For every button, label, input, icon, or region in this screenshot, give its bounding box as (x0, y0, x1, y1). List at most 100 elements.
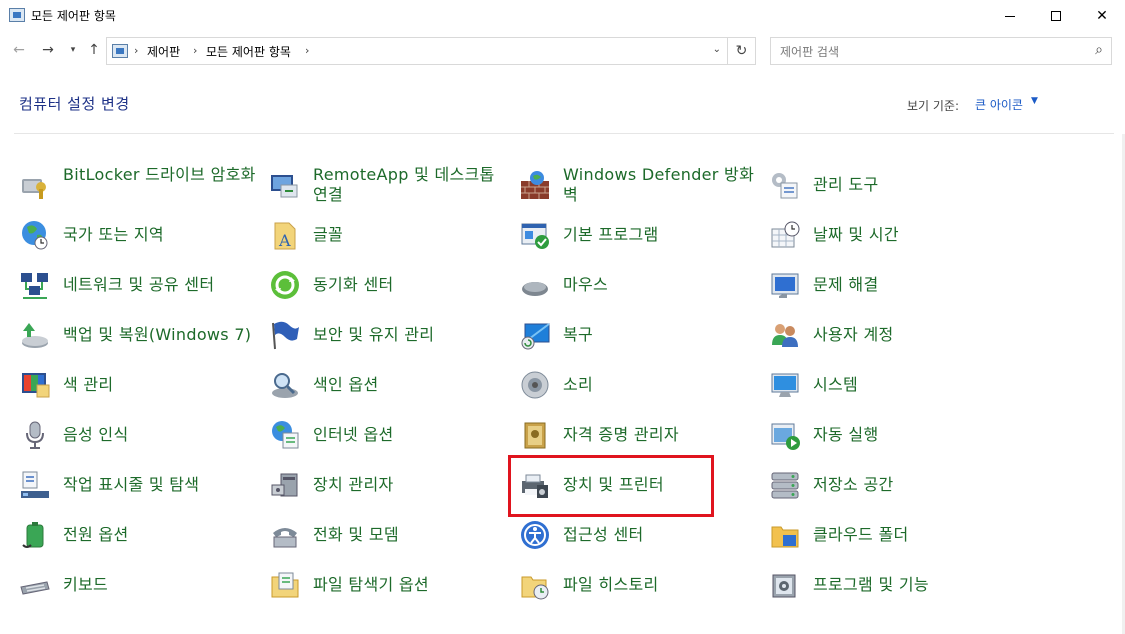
microphone-icon (26, 421, 44, 449)
item-label[interactable]: 마우스 (563, 275, 608, 295)
highlight-box (508, 455, 714, 517)
item-label[interactable]: 전원 옵션 (63, 525, 128, 545)
chevron-down-icon[interactable]: ▼ (1031, 96, 1038, 106)
item-admin-tools[interactable]: 관리 도구 (769, 163, 1009, 207)
minimize-button[interactable] (987, 0, 1033, 32)
item-sync[interactable]: 동기화 센터 (269, 263, 509, 307)
item-autoplay[interactable]: 자동 실행 (769, 413, 1009, 457)
item-label[interactable]: 사용자 계정 (813, 325, 894, 345)
svg-text:A: A (278, 231, 291, 250)
item-mouse[interactable]: 마우스 (519, 263, 759, 307)
item-remoteapp[interactable]: RemoteApp 및 데스크톱 연결 (269, 163, 509, 207)
item-phone-modem[interactable]: 전화 및 모뎀 (269, 513, 509, 557)
item-label[interactable]: 동기화 센터 (313, 275, 394, 295)
item-label[interactable]: 국가 또는 지역 (63, 225, 164, 245)
close-button[interactable]: ✕ (1079, 0, 1125, 32)
item-label[interactable]: 전화 및 모뎀 (313, 525, 399, 545)
item-color-management[interactable]: 색 관리 (19, 363, 259, 407)
item-bitlocker[interactable]: BitLocker 드라이브 암호화 (19, 163, 259, 207)
item-programs-features[interactable]: 프로그램 및 기능 (769, 563, 1009, 607)
breadcrumb-separator-icon[interactable]: › (193, 44, 197, 57)
refresh-icon: ↻ (735, 43, 748, 59)
device-manager-icon (271, 473, 298, 497)
item-credential[interactable]: 자격 증명 관리자 (519, 413, 759, 457)
item-label[interactable]: 키보드 (63, 575, 108, 595)
item-recovery[interactable]: 복구 (519, 313, 759, 357)
address-dropdown-icon[interactable]: ⌄ (713, 44, 721, 55)
firewall-icon (521, 171, 549, 199)
item-label[interactable]: 클라우드 폴더 (813, 525, 909, 545)
item-label[interactable]: 인터넷 옵션 (313, 425, 394, 445)
recent-locations-button[interactable]: ▾ (62, 39, 84, 61)
forward-button[interactable]: → (37, 39, 59, 61)
item-firewall[interactable]: Windows Defender 방화벽 (519, 163, 759, 207)
item-default-programs[interactable]: 기본 프로그램 (519, 213, 759, 257)
item-label[interactable]: 파일 히스토리 (563, 575, 659, 595)
item-label[interactable]: 시스템 (813, 375, 858, 395)
item-label[interactable]: Windows Defender 방화벽 (563, 165, 759, 205)
item-label[interactable]: 보안 및 유지 관리 (313, 325, 434, 345)
item-system[interactable]: 시스템 (769, 363, 1009, 407)
item-label[interactable]: 문제 해결 (813, 275, 878, 295)
item-label[interactable]: 저장소 공간 (813, 475, 894, 495)
arrow-up-icon: ↑ (88, 42, 100, 58)
item-label[interactable]: 자격 증명 관리자 (563, 425, 679, 445)
item-label[interactable]: BitLocker 드라이브 암호화 (63, 165, 256, 185)
item-file-history[interactable]: 파일 히스토리 (519, 563, 759, 607)
item-keyboard[interactable]: 키보드 (19, 563, 259, 607)
item-label[interactable]: 파일 탐색기 옵션 (313, 575, 429, 595)
item-label[interactable]: 프로그램 및 기능 (813, 575, 929, 595)
file-history-icon (521, 576, 549, 600)
back-button[interactable]: ← (8, 39, 30, 61)
item-label[interactable]: 백업 및 복원(Windows 7) (63, 325, 251, 345)
item-region[interactable]: 국가 또는 지역 (19, 213, 259, 257)
view-by-dropdown[interactable]: 큰 아이콘 (975, 96, 1023, 113)
item-backup[interactable]: 백업 및 복원(Windows 7) (19, 313, 259, 357)
refresh-button[interactable]: ↻ (728, 37, 756, 65)
item-label[interactable]: 복구 (563, 325, 593, 345)
item-label[interactable]: 기본 프로그램 (563, 225, 659, 245)
item-label[interactable]: 접근성 센터 (563, 525, 644, 545)
troubleshoot-icon (771, 273, 799, 298)
item-label[interactable]: 관리 도구 (813, 175, 878, 195)
maximize-button[interactable] (1033, 0, 1079, 32)
item-taskbar[interactable]: 작업 표시줄 및 탐색 (19, 463, 259, 507)
item-internet-options[interactable]: 인터넷 옵션 (269, 413, 509, 457)
item-label[interactable]: 장치 관리자 (313, 475, 394, 495)
item-storage-spaces[interactable]: 저장소 공간 (769, 463, 1009, 507)
item-accessibility[interactable]: 접근성 센터 (519, 513, 759, 557)
item-device-manager[interactable]: 장치 관리자 (269, 463, 509, 507)
item-troubleshoot[interactable]: 문제 해결 (769, 263, 1009, 307)
item-power[interactable]: 전원 옵션 (19, 513, 259, 557)
item-user-accounts[interactable]: 사용자 계정 (769, 313, 1009, 357)
item-network[interactable]: 네트워크 및 공유 센터 (19, 263, 259, 307)
item-folder-options[interactable]: 파일 탐색기 옵션 (269, 563, 509, 607)
item-label[interactable]: 색인 옵션 (313, 375, 378, 395)
item-indexing[interactable]: 색인 옵션 (269, 363, 509, 407)
breadcrumb-all-items[interactable]: 모든 제어판 항목 (206, 43, 291, 60)
up-button[interactable]: ↑ (83, 39, 105, 61)
item-security[interactable]: 보안 및 유지 관리 (269, 313, 509, 357)
address-bar[interactable]: › 제어판 › 모든 제어판 항목 › ⌄ (106, 37, 728, 65)
item-label[interactable]: 자동 실행 (813, 425, 878, 445)
search-input[interactable]: 제어판 검색 ⌕ (770, 37, 1112, 65)
item-label[interactable]: RemoteApp 및 데스크톱 연결 (313, 165, 509, 205)
item-speech[interactable]: 음성 인식 (19, 413, 259, 457)
item-label[interactable]: 색 관리 (63, 375, 113, 395)
item-label[interactable]: 소리 (563, 375, 593, 395)
item-sound[interactable]: 소리 (519, 363, 759, 407)
breadcrumb-separator-icon[interactable]: › (305, 44, 309, 57)
maximize-icon (1051, 11, 1061, 21)
item-date-time[interactable]: 날짜 및 시간 (769, 213, 1009, 257)
breadcrumb-separator-icon[interactable]: › (134, 44, 138, 57)
item-label[interactable]: 네트워크 및 공유 센터 (63, 275, 214, 295)
item-label[interactable]: 글꼴 (313, 225, 343, 245)
item-fonts[interactable]: A 글꼴 (269, 213, 509, 257)
item-label[interactable]: 날짜 및 시간 (813, 225, 899, 245)
item-label[interactable]: 작업 표시줄 및 탐색 (63, 475, 199, 495)
system-icon (771, 373, 799, 397)
item-work-folders[interactable]: 클라우드 폴더 (769, 513, 1009, 557)
storage-spaces-icon (771, 472, 799, 499)
item-label[interactable]: 음성 인식 (63, 425, 128, 445)
breadcrumb-control-panel[interactable]: 제어판 (147, 43, 180, 60)
